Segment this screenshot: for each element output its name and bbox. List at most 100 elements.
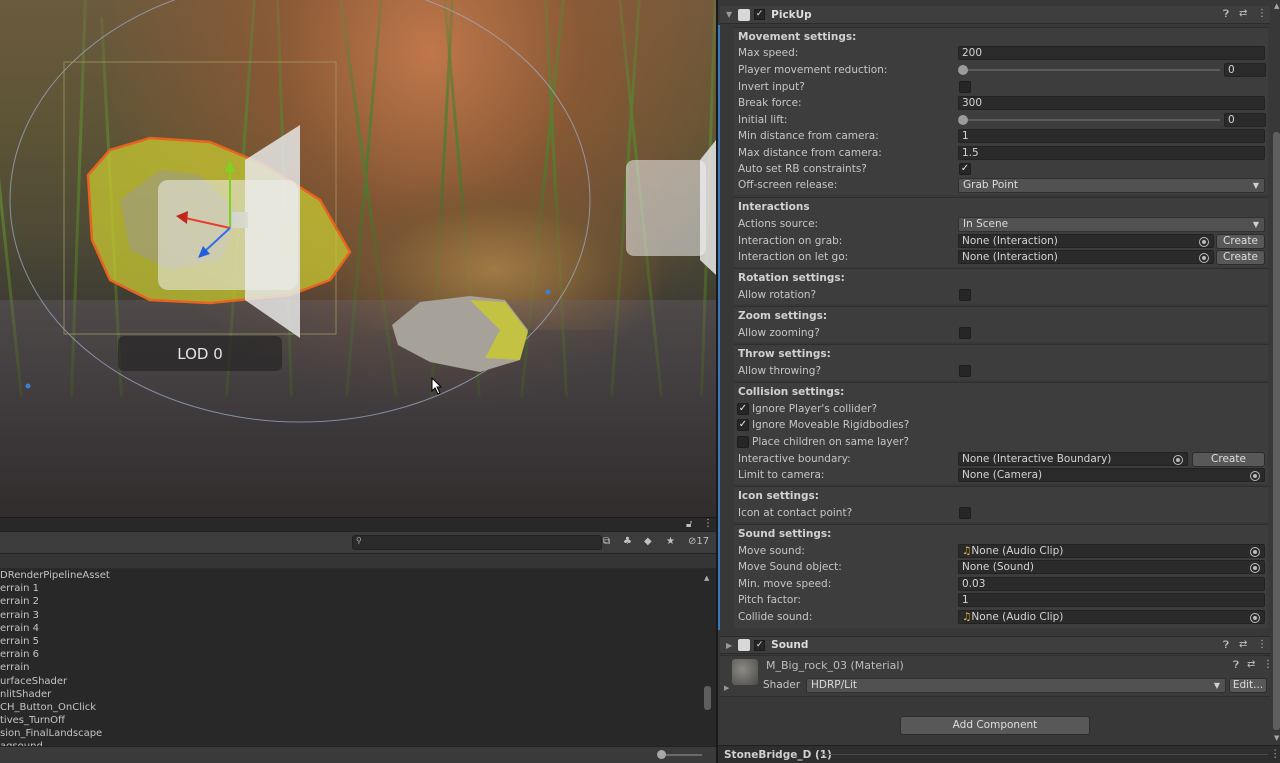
grab-object-field[interactable]: None (Interaction) [958,234,1214,248]
list-item[interactable]: errain 5 [0,635,716,648]
list-item[interactable]: errain 3 [0,609,716,622]
search-by-type-icon[interactable]: ⧉ [603,536,610,547]
more-menu-icon[interactable]: ⋮ [1270,748,1280,760]
actions-source-dropdown[interactable]: In Scene ▼ [958,217,1265,232]
slider-knob[interactable] [958,65,968,75]
ignore-player-checkbox[interactable]: ✓ [737,403,749,415]
help-icon[interactable]: ❓︎ [1223,9,1229,20]
pickup-component-header[interactable]: ▼ ✓ PickUp ❓︎ ⇄ ⋮ [720,6,1270,24]
collide-sound-field[interactable]: ♫None (Audio Clip) [958,610,1265,624]
create-button[interactable]: Create [1216,234,1265,249]
object-picker-icon[interactable] [1250,613,1260,623]
scroll-down-icon[interactable]: ▼ [1274,734,1279,742]
scroll-thumb[interactable] [704,686,711,710]
help-icon[interactable]: ❓︎ [1233,660,1239,671]
lock-icon[interactable]: 🔓︎ [686,519,692,530]
scrollbar[interactable]: ▲ [704,574,712,750]
more-menu-icon[interactable]: ⋮ [1257,8,1267,19]
list-item[interactable]: sion_FinalLandscape [0,727,716,740]
allow-zoom-row: Allow zooming? [734,326,1268,342]
foldout-arrow-icon[interactable]: ▶ [724,684,729,692]
max-speed-field[interactable]: 200 [958,46,1265,60]
auto-rb-checkbox[interactable]: ✓ [959,163,971,175]
more-menu-icon[interactable]: ⋮ [703,518,713,529]
move-sound-row: Move sound: ♫None (Audio Clip) [734,544,1268,560]
boundary-object-field[interactable]: None (Interactive Boundary) [958,452,1188,466]
enable-checkbox[interactable]: ✓ [754,639,766,651]
create-button[interactable]: Create [1216,250,1265,265]
list-item[interactable]: errain 2 [0,595,716,608]
scroll-thumb[interactable] [1273,132,1280,730]
place-children-checkbox[interactable] [737,436,749,448]
initial-lift-field[interactable]: 0 [1224,113,1266,127]
allow-rotation-checkbox[interactable] [959,289,971,301]
list-item[interactable]: errain 6 [0,648,716,661]
max-distance-row: Max distance from camera: 1.5 [734,146,1268,162]
letgo-object-field[interactable]: None (Interaction) [958,250,1214,264]
max-distance-field[interactable]: 1.5 [958,146,1265,160]
object-picker-icon[interactable] [1199,253,1209,263]
preset-icon[interactable]: ⇄ [1239,639,1247,650]
list-item[interactable]: CH_Button_OnClick [0,701,716,714]
min-distance-field[interactable]: 1 [958,129,1265,143]
list-item[interactable]: nlitShader [0,688,716,701]
add-component-button[interactable]: Add Component [900,716,1090,735]
foldout-arrow-icon[interactable]: ▼ [726,10,732,19]
sound-component-header[interactable]: ▶ ✓ Sound ❓︎ ⇄ ⋮ [720,636,1270,654]
hidden-packages-icon[interactable]: ⊘17 [688,536,709,547]
filter-by-label-icon[interactable]: ◆ [644,536,652,547]
help-icon[interactable]: ❓︎ [1223,640,1229,651]
invert-checkbox[interactable] [959,81,971,93]
edit-shader-button[interactable]: Edit... [1229,678,1267,693]
search-input[interactable]: ⚲ [352,535,602,550]
scroll-up-icon[interactable]: ▲ [1274,2,1279,10]
section-title: Throw settings: [738,348,831,360]
ignore-rb-checkbox[interactable]: ✓ [737,419,749,431]
object-picker-icon[interactable] [1250,563,1260,573]
shader-dropdown[interactable]: HDRP/Lit ▼ [806,678,1226,693]
min-move-speed-field[interactable]: 0.03 [958,577,1265,591]
more-menu-icon[interactable]: ⋮ [1257,639,1267,650]
object-picker-icon[interactable] [1250,547,1260,557]
favorite-star-icon[interactable]: ★ [666,536,675,547]
list-item[interactable]: errain 4 [0,622,716,635]
move-sound-object-field[interactable]: None (Sound) [958,560,1265,574]
object-picker-icon[interactable] [1199,237,1209,247]
object-picker-icon[interactable] [1250,471,1260,481]
list-item[interactable]: errain [0,661,716,674]
list-item[interactable]: urfaceShader [0,675,716,688]
object-picker-icon[interactable] [1173,455,1183,465]
enable-checkbox[interactable]: ✓ [754,9,766,20]
list-item[interactable]: DRenderPipelineAsset [0,569,716,582]
preset-icon[interactable]: ⇄ [1239,8,1247,19]
break-force-field[interactable]: 300 [958,96,1265,110]
scroll-up-icon[interactable]: ▲ [704,574,709,582]
slider-track[interactable] [962,69,1220,71]
move-sound-field[interactable]: ♫None (Audio Clip) [958,544,1265,558]
field-label: Interaction on grab: [738,235,843,247]
preset-icon[interactable]: ⇄ [1247,659,1255,670]
allow-zoom-checkbox[interactable] [959,327,971,339]
slider-track[interactable] [962,119,1220,121]
offscreen-dropdown[interactable]: Grab Point ▼ [958,178,1265,193]
pitch-field[interactable]: 1 [958,593,1265,607]
icon-size-slider-track[interactable] [662,754,702,756]
icon-size-slider-knob[interactable] [657,750,666,759]
scene-view[interactable]: LOD 0 [0,0,716,517]
player-reduction-field[interactable]: 0 [1224,63,1266,77]
foldout-arrow-icon[interactable]: ▶ [726,641,732,650]
list-item[interactable]: errain 1 [0,582,716,595]
icon-contact-checkbox[interactable] [959,507,971,519]
allow-throw-checkbox[interactable] [959,365,971,377]
section-title: Rotation settings: [738,272,845,284]
inspector-scrollbar[interactable]: ▲ ▼ [1272,0,1280,745]
movement-section: Movement settings: Max speed: 200 Player… [734,27,1268,195]
filter-by-type-icon[interactable]: ♣ [623,536,632,547]
list-item[interactable]: tives_TurnOff [0,714,716,727]
limit-camera-field[interactable]: None (Camera) [958,468,1265,482]
slider-knob[interactable] [958,115,968,125]
project-panel: 🔓︎ ⋮ ⚲ ⧉ ♣ ◆ ★ ⊘17 DRenderPipelineAsset … [0,517,716,763]
actions-source-row: Actions source: In Scene ▼ [734,217,1268,233]
create-button[interactable]: Create [1192,452,1265,467]
component-title: PickUp [771,8,812,21]
